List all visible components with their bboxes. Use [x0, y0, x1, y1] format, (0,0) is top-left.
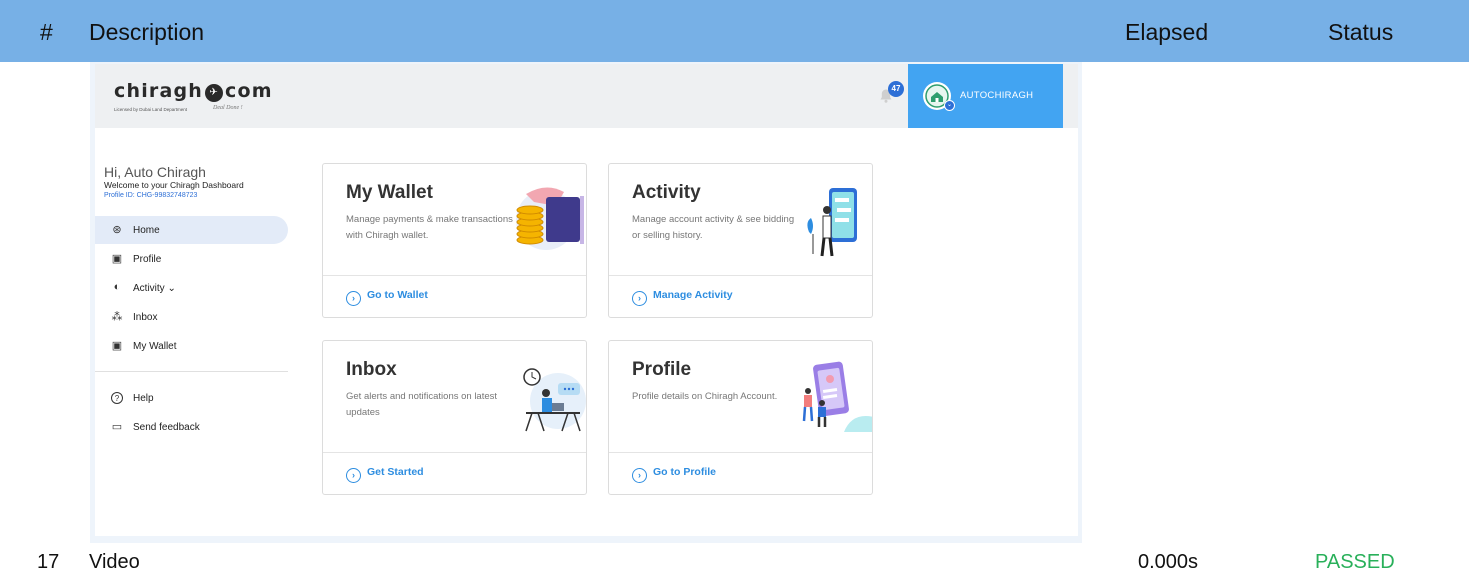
- column-header-status: Status: [1328, 19, 1394, 45]
- inbox-card[interactable]: Inbox Get alerts and notifications on la…: [322, 340, 587, 495]
- column-header-number: #: [40, 19, 53, 45]
- user-name: AUTOCHIRAGH: [960, 90, 1034, 101]
- greeting-title: Hi, Auto Chiragh: [104, 164, 206, 180]
- profile-card[interactable]: Profile Profile details on Chiragh Accou…: [608, 340, 873, 495]
- wallet-card-icon: ▣: [111, 340, 123, 352]
- row-number: 17: [37, 551, 60, 573]
- feedback-icon: ▭: [111, 421, 123, 433]
- column-header-elapsed: Elapsed: [1125, 19, 1209, 45]
- link-label: Manage Activity: [653, 289, 733, 301]
- card-title: My Wallet: [346, 182, 433, 203]
- card-title: Inbox: [346, 359, 397, 380]
- card-description: Get alerts and notifications on latest u…: [346, 391, 498, 418]
- go-to-wallet-link[interactable]: › Go to Wallet: [346, 289, 428, 306]
- sidebar-item-help[interactable]: ? Help: [95, 384, 288, 412]
- card-divider: [609, 452, 872, 453]
- card-divider: [323, 275, 586, 276]
- logo-tagline: Licensed by Dubai Land Department: [114, 107, 188, 112]
- sidebar-item-profile[interactable]: ▣ Profile: [95, 245, 288, 273]
- get-started-link[interactable]: › Get Started: [346, 466, 424, 483]
- activity-illustration-icon: [807, 188, 857, 257]
- card-divider: [609, 275, 872, 276]
- sidebar-item-label: Profile: [133, 254, 162, 265]
- link-label: Go to Profile: [653, 466, 716, 478]
- account-circle-icon: ⊛: [112, 224, 122, 236]
- status-badge: PASSED: [1315, 551, 1395, 573]
- row-elapsed: 0.000s: [1138, 551, 1199, 573]
- chevron-down-icon: ⌄: [167, 283, 176, 294]
- wallet-illustration-icon: [516, 187, 584, 250]
- sidebar-item-activity[interactable]: ◐ Activity ⌄: [95, 274, 288, 302]
- embedded-screenshot: chiragh ✈ com Licensed by Dubai Land Depar…: [90, 62, 1082, 543]
- help-icon: ?: [111, 392, 123, 404]
- sidebar-item-inbox[interactable]: ⁂ Inbox: [95, 303, 288, 331]
- column-header-description: Description: [89, 19, 205, 45]
- card-description: Manage account activity & see bidding or…: [632, 214, 795, 241]
- link-label: Get Started: [367, 466, 424, 478]
- go-to-profile-link[interactable]: › Go to Profile: [632, 466, 716, 483]
- manage-activity-link[interactable]: › Manage Activity: [632, 289, 733, 306]
- dashboard-page: chiragh ✈ com Licensed by Dubai Land Depar…: [95, 64, 1078, 536]
- inbox-illustration-icon: [523, 368, 586, 432]
- card-description: Profile details on Chiragh Account.: [632, 391, 778, 402]
- sidebar-item-label: Activity ⌄: [133, 283, 176, 294]
- site-logo[interactable]: chiragh ✈ com: [114, 80, 273, 102]
- chevron-right-icon: ›: [346, 291, 361, 306]
- profile-id: Profile ID: CHG-99832748723: [104, 192, 198, 199]
- sidebar-item-home[interactable]: ⊛ Home: [95, 216, 288, 244]
- id-card-icon: ▣: [111, 253, 123, 265]
- sidebar-item-my-wallet[interactable]: ▣ My Wallet: [95, 332, 288, 360]
- app-header: chiragh ✈ com Licensed by Dubai Land Depar…: [95, 64, 1078, 128]
- sidebar-item-label: Help: [133, 393, 154, 404]
- card-title: Activity: [632, 182, 701, 203]
- sidebar-item-label: My Wallet: [133, 341, 177, 352]
- card-description: Manage payments & make transactions with…: [346, 214, 513, 241]
- card-divider: [323, 452, 586, 453]
- sidebar-item-label: Send feedback: [133, 422, 200, 433]
- card-title: Profile: [632, 359, 692, 380]
- logo-text-left: chiragh: [114, 80, 204, 102]
- logo-text-right: com: [225, 80, 273, 102]
- activity-label-text: Activity: [133, 283, 165, 294]
- chevron-down-icon: ⌄: [944, 100, 955, 111]
- row-description: Video: [89, 551, 140, 573]
- chevron-right-icon: ›: [632, 468, 647, 483]
- chevron-right-icon: ›: [632, 291, 647, 306]
- sidebar-item-send-feedback[interactable]: ▭ Send feedback: [95, 413, 288, 441]
- user-menu[interactable]: ⌄ AUTOCHIRAGH: [908, 64, 1063, 128]
- sidebar-item-label: Home: [133, 225, 160, 236]
- group-icon: ⁂: [111, 311, 123, 323]
- profile-illustration-icon: [802, 361, 872, 432]
- toggle-icon: ◐: [113, 281, 121, 293]
- notification-count-badge[interactable]: 47: [888, 81, 904, 97]
- sidebar-divider: [95, 371, 288, 372]
- logo-mark-icon: ✈: [205, 84, 224, 102]
- chevron-right-icon: ›: [346, 468, 361, 483]
- link-label: Go to Wallet: [367, 289, 428, 301]
- report-table-header: # Description Elapsed Status: [0, 0, 1469, 62]
- activity-card[interactable]: Activity Manage account activity & see b…: [608, 163, 873, 318]
- wallet-card[interactable]: My Wallet Manage payments & make transac…: [322, 163, 587, 318]
- sidebar-item-label: Inbox: [133, 312, 158, 323]
- logo-slogan: Deal Done !: [213, 105, 243, 111]
- greeting-subtitle: Welcome to your Chiragh Dashboard: [104, 180, 244, 190]
